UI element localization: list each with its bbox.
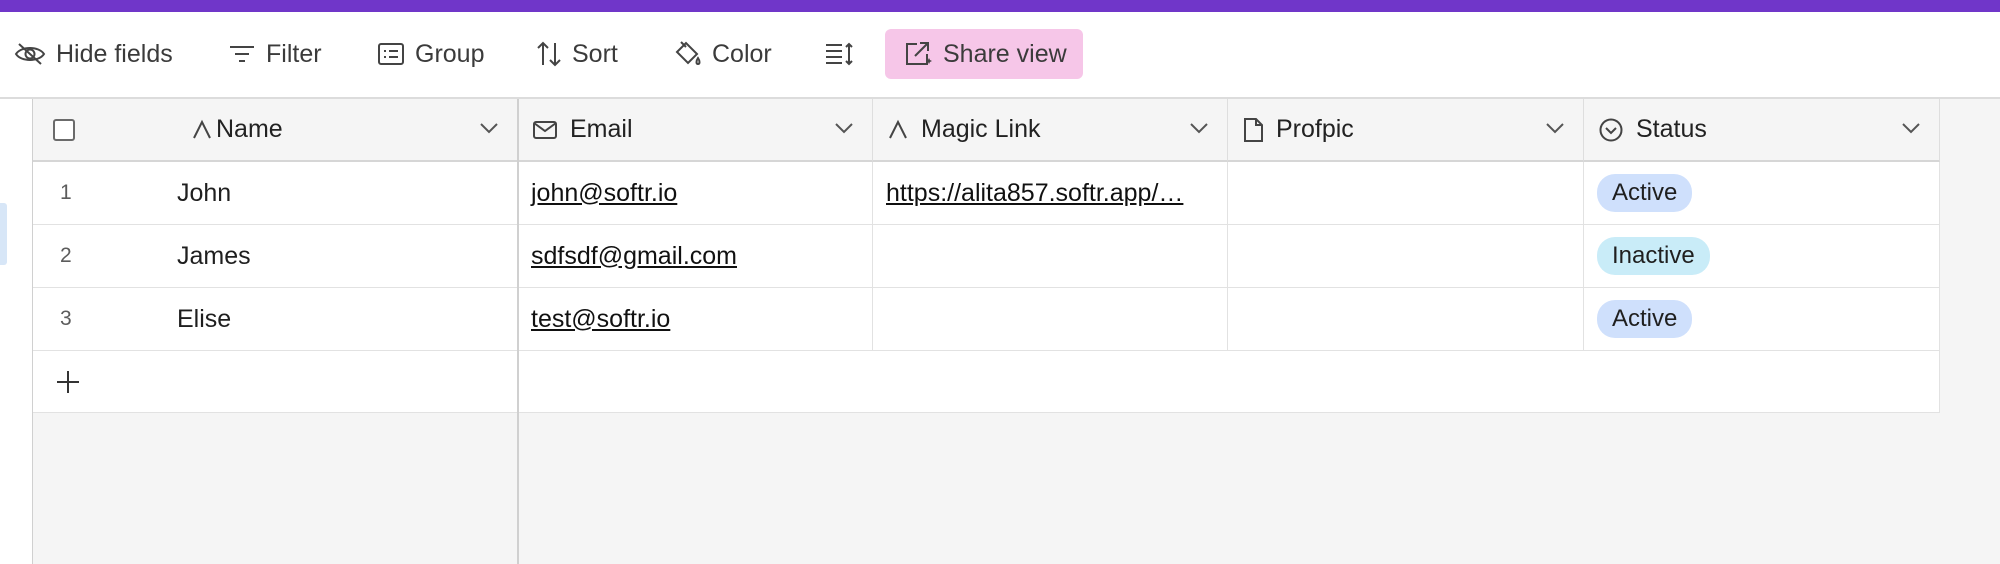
eye-off-icon <box>14 43 46 65</box>
hide-fields-button[interactable]: Hide fields <box>14 29 173 79</box>
file-icon <box>1242 117 1264 143</box>
row-height-icon <box>826 42 853 66</box>
name-cell[interactable]: John <box>177 179 231 208</box>
profpic-cell[interactable] <box>1228 225 1584 288</box>
profpic-cell[interactable] <box>1228 288 1584 351</box>
column-header-label: Status <box>1636 115 1707 143</box>
add-row-area[interactable] <box>518 351 1940 413</box>
status-badge: Inactive <box>1597 237 1710 275</box>
share-icon <box>906 42 932 65</box>
frozen-column-divider <box>517 99 519 564</box>
grid-left-border <box>32 99 33 564</box>
single-select-icon <box>1598 117 1624 143</box>
email-link[interactable]: test@softr.io <box>531 305 670 334</box>
row-height-button[interactable] <box>824 29 864 79</box>
table-row[interactable]: 2 James <box>33 225 518 288</box>
sort-icon <box>537 41 561 67</box>
email-link[interactable]: sdfsdf@gmail.com <box>531 242 737 271</box>
column-header-magic-link[interactable]: Magic Link <box>873 99 1228 162</box>
add-row-button[interactable] <box>33 351 518 413</box>
status-badge: Active <box>1597 174 1693 212</box>
text-a-icon <box>887 119 909 141</box>
row-number: 1 <box>60 181 72 204</box>
status-cell[interactable]: Active <box>1584 162 1940 225</box>
chevron-down-icon[interactable] <box>479 121 499 135</box>
color-label: Color <box>712 39 772 68</box>
email-link[interactable]: john@softr.io <box>531 179 677 208</box>
column-header-profpic[interactable]: Profpic <box>1228 99 1584 162</box>
column-header-email[interactable]: Email <box>518 99 873 162</box>
hide-fields-label: Hide fields <box>56 39 173 68</box>
magic-link[interactable]: https://alita857.softr.app/… <box>886 179 1183 208</box>
table-row[interactable]: 1 John <box>33 162 518 225</box>
group-icon <box>378 43 404 65</box>
chevron-down-icon[interactable] <box>1545 121 1565 135</box>
group-label: Group <box>415 39 485 68</box>
email-cell[interactable]: sdfsdf@gmail.com <box>518 225 873 288</box>
column-header-label: Magic Link <box>921 115 1041 143</box>
profpic-cell[interactable] <box>1228 162 1584 225</box>
magic-link-cell[interactable] <box>873 225 1228 288</box>
filter-button[interactable]: Filter <box>228 29 322 79</box>
row-number: 3 <box>60 307 72 330</box>
share-view-label: Share view <box>943 39 1067 68</box>
email-cell[interactable]: test@softr.io <box>518 288 873 351</box>
filter-icon <box>230 46 254 62</box>
share-view-button[interactable]: Share view <box>885 29 1083 79</box>
select-all-checkbox[interactable] <box>53 119 75 141</box>
column-header-status[interactable]: Status <box>1584 99 1940 162</box>
chevron-down-icon[interactable] <box>1189 121 1209 135</box>
paint-bucket-icon <box>675 41 701 66</box>
text-a-icon <box>191 119 213 141</box>
email-cell[interactable]: john@softr.io <box>518 162 873 225</box>
name-cell[interactable]: Elise <box>177 305 231 334</box>
row-number: 2 <box>60 244 72 267</box>
magic-link-cell[interactable]: https://alita857.softr.app/… <box>873 162 1228 225</box>
status-badge: Active <box>1597 300 1693 338</box>
column-header-label: Name <box>216 115 283 143</box>
table-row[interactable]: 3 Elise <box>33 288 518 351</box>
plus-icon <box>57 370 79 393</box>
sidebar-edge <box>0 99 33 564</box>
status-cell[interactable]: Active <box>1584 288 1940 351</box>
color-button[interactable]: Color <box>672 29 772 79</box>
magic-link-cell[interactable] <box>873 288 1228 351</box>
chevron-down-icon[interactable] <box>1901 121 1921 135</box>
group-button[interactable]: Group <box>377 29 484 79</box>
filter-label: Filter <box>266 39 322 68</box>
app-top-bar <box>0 0 2000 12</box>
chevron-down-icon[interactable] <box>834 121 854 135</box>
sort-button[interactable]: Sort <box>536 29 618 79</box>
email-icon <box>532 120 558 140</box>
sidebar-active-indicator <box>0 203 7 265</box>
column-header-name[interactable]: Name <box>33 99 518 162</box>
column-header-label: Profpic <box>1276 115 1354 143</box>
column-header-label: Email <box>570 115 633 143</box>
status-cell[interactable]: Inactive <box>1584 225 1940 288</box>
sort-label: Sort <box>572 39 618 68</box>
view-toolbar: Hide fields Filter Group Sort Color Shar… <box>0 12 2000 98</box>
name-cell[interactable]: James <box>177 242 251 271</box>
